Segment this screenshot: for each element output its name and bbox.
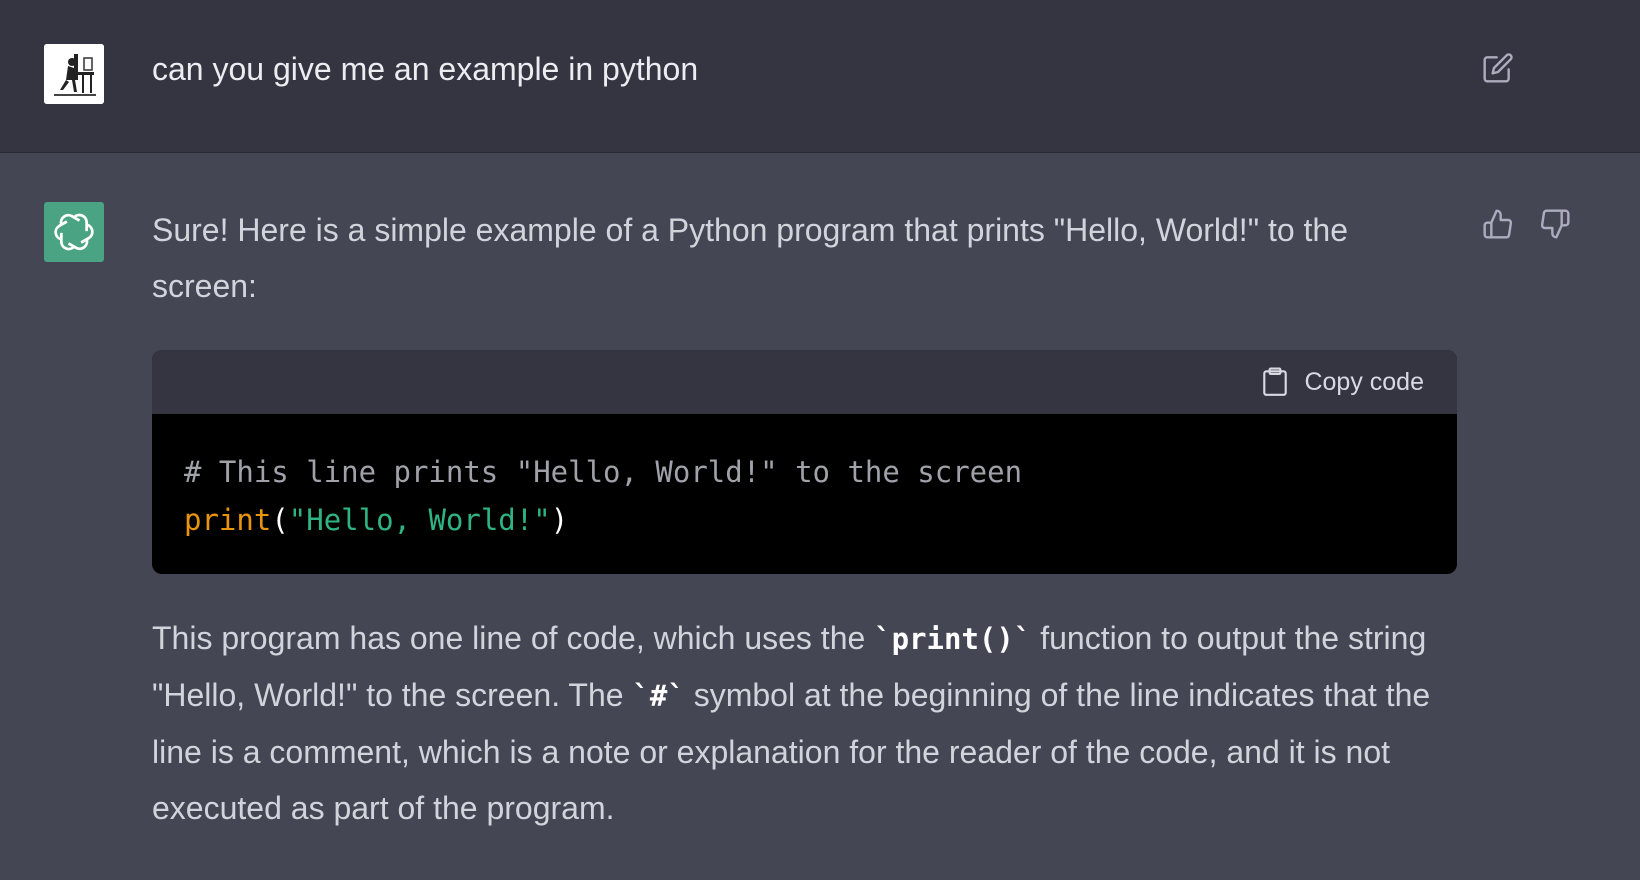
edit-icon [1483, 53, 1513, 83]
code-line-2: print("Hello, World!") [184, 496, 1425, 544]
copy-code-button[interactable]: Copy code [1262, 354, 1424, 410]
assistant-message-content: Sure! Here is a simple example of a Pyth… [152, 202, 1457, 836]
thumbs-down-button[interactable] [1537, 206, 1573, 242]
assistant-message-row: Sure! Here is a simple example of a Pyth… [0, 154, 1640, 880]
code-open-paren: ( [271, 503, 289, 537]
inline-code-print: `print()` [874, 622, 1032, 656]
edit-message-button[interactable] [1480, 50, 1516, 86]
user-message-row: can you give me an example in python [0, 0, 1640, 153]
code-close-paren: ) [550, 503, 569, 537]
code-line-1: # This line prints "Hello, World!" to th… [184, 448, 1425, 496]
clipboard-icon [1263, 367, 1288, 396]
openai-logo-icon [54, 213, 94, 251]
thumbs-up-icon [1483, 209, 1513, 239]
copy-code-label: Copy code [1304, 368, 1424, 396]
user-avatar-image [44, 44, 104, 104]
inline-code-hash: `#` [632, 679, 685, 713]
code-string: "Hello, World!" [288, 503, 551, 537]
code-content: # This line prints "Hello, World!" to th… [152, 414, 1457, 544]
assistant-intro-text: Sure! Here is a simple example of a Pyth… [152, 212, 1348, 304]
code-block: Copy code # This line prints "Hello, Wor… [152, 350, 1457, 574]
user-message-text: can you give me an example in python [152, 51, 699, 87]
code-function: print [184, 503, 272, 537]
assistant-avatar [44, 202, 104, 262]
code-block-header: Copy code [152, 350, 1457, 414]
explanation-part-1: This program has one line of code, which… [152, 620, 875, 656]
code-comment: # This line prints "Hello, World!" to th… [184, 455, 1023, 489]
user-avatar [44, 44, 104, 104]
assistant-explanation-text: This program has one line of code, which… [152, 610, 1457, 836]
thumbs-up-button[interactable] [1480, 206, 1516, 242]
thumbs-down-icon [1540, 209, 1570, 239]
